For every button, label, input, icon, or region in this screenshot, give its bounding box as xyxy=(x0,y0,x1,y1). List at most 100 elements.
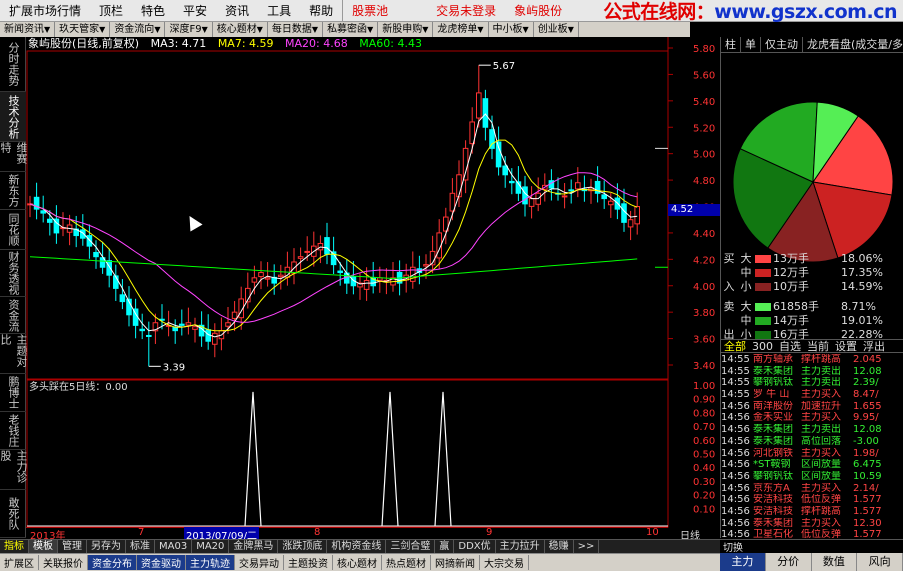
monitor-stock: 南方轴承 xyxy=(753,354,793,365)
monitor-event: 主力卖出 xyxy=(801,365,841,377)
high-label: 5.67 xyxy=(493,61,515,72)
indicator-pane-border xyxy=(26,379,669,528)
indicator-tick-label: 0.20 xyxy=(693,491,715,502)
indicator-tab[interactable]: 稳赚 xyxy=(545,539,574,554)
candle-body xyxy=(363,279,370,290)
monitor-time: 14:56 xyxy=(721,482,750,494)
status-tab[interactable]: 交易异动 xyxy=(235,555,284,570)
indicator-tab[interactable]: MA20 xyxy=(192,539,230,554)
monitor-row[interactable]: 14:56 南洋股份 加速拉升 1.655 xyxy=(721,401,903,413)
monitor-row[interactable]: 14:56 金禾实业 主力买入 9.95/ xyxy=(721,412,903,424)
right-panel-tab[interactable]: 龙虎看盘(成交量/多 xyxy=(803,37,903,52)
indicator-tab[interactable]: 标准 xyxy=(126,539,155,554)
monitor-row[interactable]: 14:56 泰禾集团 主力卖出 12.08 xyxy=(721,424,903,436)
monitor-row[interactable]: 14:56 安洁科技 撑杆跳高 1.577 xyxy=(721,506,903,518)
monitor-row[interactable]: 14:55 南方轴承 撑杆跳高 2.045 xyxy=(721,354,903,366)
indicator-tab[interactable]: 涨跌顶底 xyxy=(278,539,328,554)
indicator-tab[interactable]: 金牌黑马 xyxy=(229,539,279,554)
right-panel-tab[interactable]: 仅主动 xyxy=(761,37,803,52)
indicator-tab[interactable]: >> xyxy=(574,539,600,554)
right-panel-tab[interactable]: 柱 xyxy=(721,37,741,52)
price-tick-label: 3.80 xyxy=(693,308,715,319)
monitor-row[interactable]: 14:55 泰禾集团 主力卖出 12.08 xyxy=(721,366,903,378)
monitor-event: 区间放量 xyxy=(801,459,841,471)
indicator-tab[interactable]: 另存为 xyxy=(87,539,126,554)
status-tab[interactable]: 主题投资 xyxy=(284,555,333,570)
monitor-time: 14:56 xyxy=(721,447,750,459)
indicator-tab[interactable]: 机构资金线 xyxy=(327,539,387,554)
monitor-time: 14:56 xyxy=(721,494,750,506)
status-tab[interactable]: 热点题材 xyxy=(382,555,431,570)
monitor-stock: 南洋股份 xyxy=(753,400,793,412)
monitor-time: 14:55 xyxy=(721,354,750,365)
ma7-line xyxy=(29,139,638,332)
indicator-tab[interactable]: 管理 xyxy=(58,539,87,554)
monitor-row[interactable]: 14:56 *ST鞍钢 区间放量 6.475 xyxy=(721,459,903,471)
indicator-tab[interactable]: 模板 xyxy=(29,539,58,554)
indicator-tick-label: 0.10 xyxy=(693,504,715,515)
monitor-tab[interactable]: 全部 xyxy=(721,340,749,353)
price-tick-label: 5.40 xyxy=(693,97,715,108)
status-tab[interactable]: 核心题材 xyxy=(333,555,382,570)
monitor-event: 撑杆跳高 xyxy=(801,505,841,517)
monitor-row[interactable]: 14:55 攀钢钒钛 主力卖出 2.39/ xyxy=(721,377,903,389)
indicator-tab[interactable]: 主力拉升 xyxy=(496,539,545,554)
monitor-tab[interactable]: 浮出 xyxy=(860,340,888,353)
candle-body xyxy=(225,322,231,327)
monitor-event: 主力买入 xyxy=(801,482,841,494)
monitor-row[interactable]: 14:56 攀钢钒钛 区间放量 10.59 xyxy=(721,471,903,483)
indicator-tabs: 指标 模板 管理 另存为 标准 MA03 MA20 金牌黑马 涨跌顶底 机构资金线 三剑合璧赢 DDX… xyxy=(0,539,720,554)
candle-body xyxy=(502,165,508,176)
monitor-row[interactable]: 14:56 河北钢铁 主力买入 1.98/ xyxy=(721,448,903,460)
right-panel-tab[interactable]: 单 xyxy=(741,37,761,52)
monitor-event: 加速拉升 xyxy=(801,400,841,412)
indicator-tab[interactable]: 指标 xyxy=(0,539,29,554)
monitor-row[interactable]: 14:56 京东方A 主力买入 2.14/ xyxy=(721,483,903,495)
monitor-row[interactable]: 14:56 泰禾集团 主力买入 12.30 xyxy=(721,518,903,530)
ma7-label: MA7: 4.59 xyxy=(217,37,274,50)
flow-percent: 19.01% xyxy=(841,314,883,327)
flow-amount: 12万手 xyxy=(773,266,809,279)
indicator-tab[interactable]: MA03 xyxy=(155,539,193,554)
flow-color-swatch xyxy=(755,303,771,311)
monitor-row[interactable]: 14:56 安洁科技 低位反弹 1.577 xyxy=(721,494,903,506)
indicator-tab[interactable]: 三剑合璧 xyxy=(386,539,436,554)
monitor-tab[interactable]: 300 xyxy=(749,340,776,353)
right-bottom-tab[interactable]: 分价 xyxy=(766,553,812,571)
status-tab[interactable]: 扩展区 xyxy=(0,555,39,570)
status-tab[interactable]: 主力轨迹 xyxy=(186,555,235,570)
monitor-tab[interactable]: 设置 xyxy=(832,340,860,353)
candle-body xyxy=(561,195,568,198)
monitor-stock: 罗 牛 山 xyxy=(753,389,790,401)
monitor-row[interactable]: 14:55 罗 牛 山主力买入 8.47/ xyxy=(721,389,903,401)
monitor-tab[interactable]: 当前 xyxy=(804,340,832,353)
ma60-label: MA60: 4.43 xyxy=(359,37,422,50)
monitor-row[interactable]: 14:56 泰禾集团 高位回落 -3.00 xyxy=(721,436,903,448)
candle-body xyxy=(297,256,304,259)
ma20-label: MA20: 4.68 xyxy=(285,37,348,50)
monitor-tab[interactable]: 自选 xyxy=(776,340,804,353)
stock-title: 象屿股份(日线,前复权) xyxy=(28,37,140,50)
switch-label[interactable]: 切换 xyxy=(720,539,746,554)
monitor-stock: 泰禾集团 xyxy=(753,365,793,377)
candle-body xyxy=(146,334,152,337)
candle-body xyxy=(86,235,93,247)
status-tab[interactable]: 大宗交易 xyxy=(480,555,529,570)
right-bottom-tab[interactable]: 主力 xyxy=(720,553,766,571)
indicator-tab[interactable]: 赢 xyxy=(435,539,455,554)
right-bottom-tab[interactable]: 风向 xyxy=(857,553,903,571)
candle-body xyxy=(47,218,53,223)
indicator-tab[interactable]: DDX优 xyxy=(454,539,496,554)
monitor-stock: 泰禾集团 xyxy=(753,424,793,436)
status-tab[interactable]: 关联报价 xyxy=(39,555,88,570)
status-tab[interactable]: 资金驱动 xyxy=(137,555,186,570)
status-tab[interactable]: 资金分布 xyxy=(88,555,137,570)
status-tab[interactable]: 网摘新闻 xyxy=(431,555,480,570)
price-tick-label: 4.80 xyxy=(693,176,715,187)
monitor-event: 主力买入 xyxy=(801,389,841,401)
right-bottom-tab[interactable]: 数值 xyxy=(812,553,858,571)
candle-body xyxy=(40,210,47,214)
candle-body xyxy=(251,277,258,283)
candle-body xyxy=(568,189,575,192)
flow-percent: 14.59% xyxy=(841,280,883,293)
